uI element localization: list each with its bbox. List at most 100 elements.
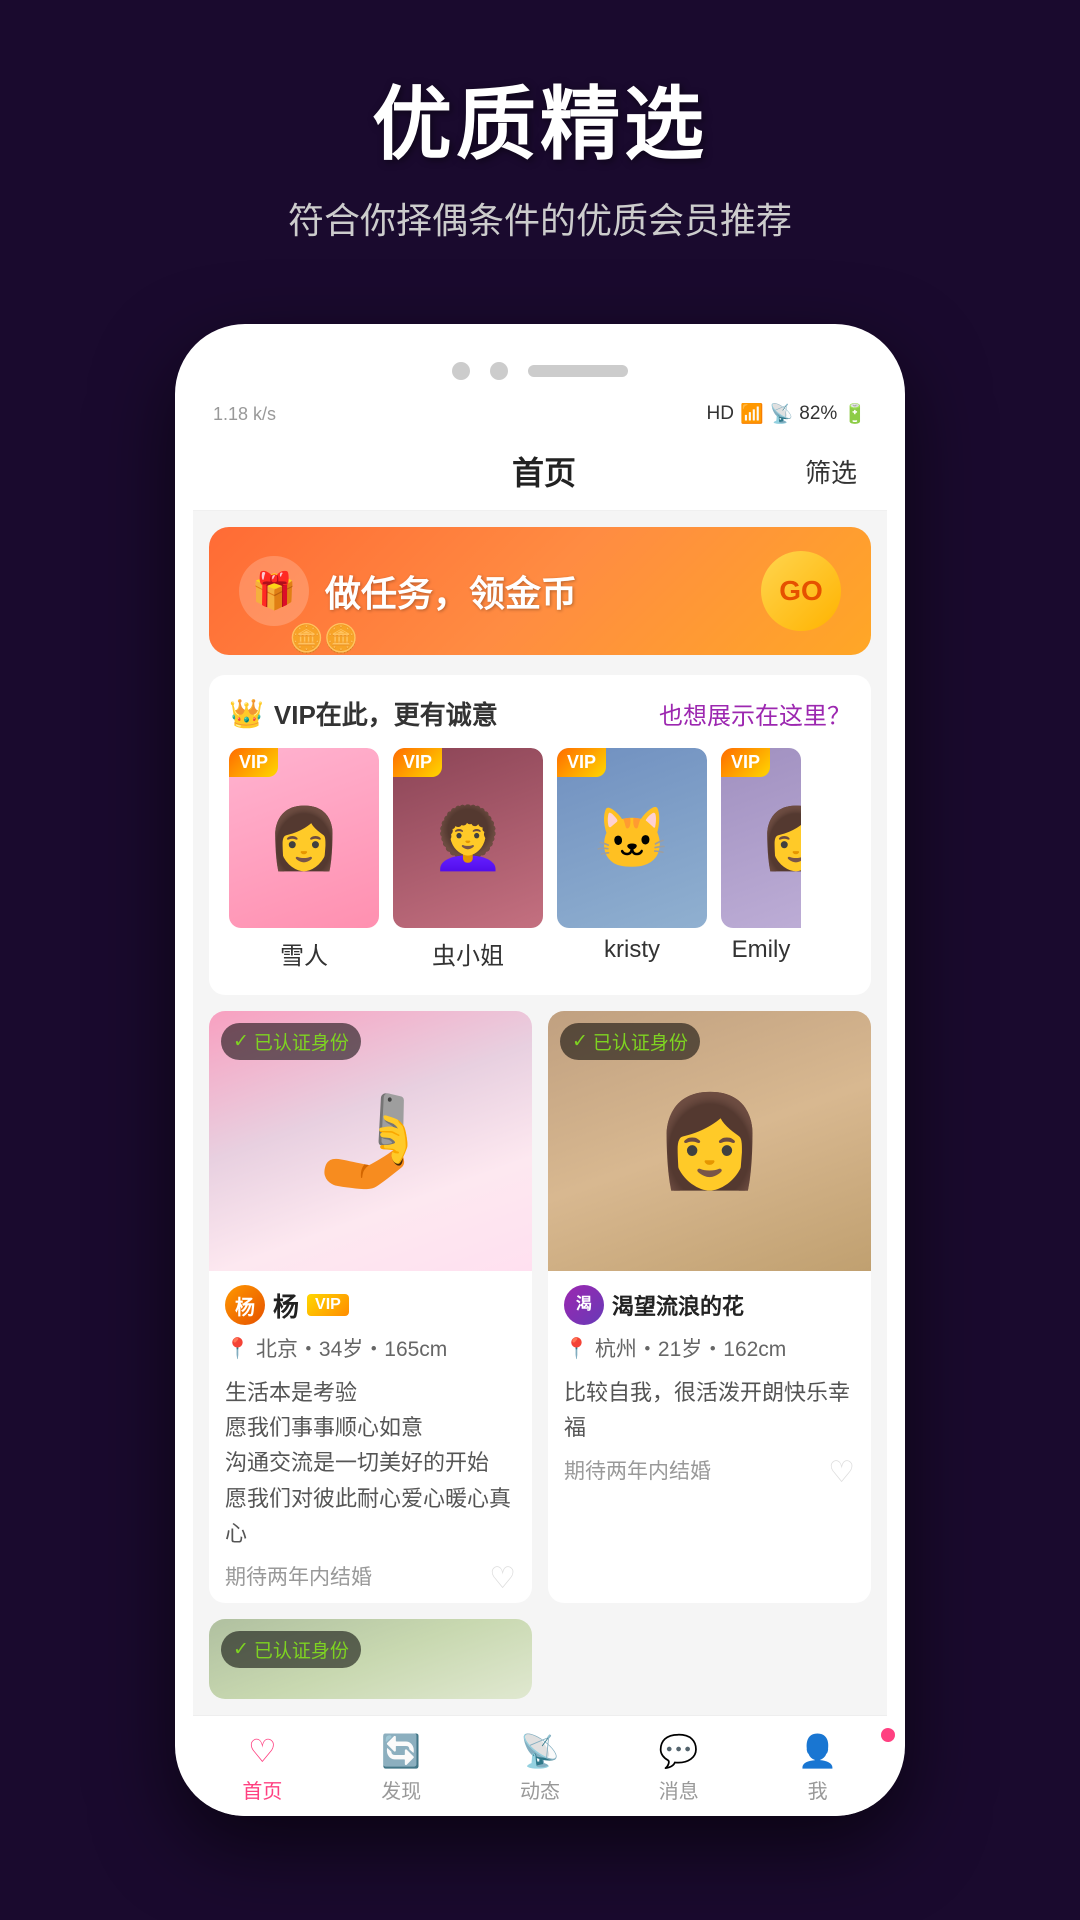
bottom-nav: ♡ 首页 🔄 发现 📡 动态 💬 消息 👤 我 (193, 1715, 887, 1816)
banner-text: 做任务，领金币 (325, 565, 577, 617)
phone-sensor (490, 362, 508, 380)
check-icon: ✓ (233, 1030, 249, 1053)
nav-item-message[interactable]: 💬 消息 (609, 1732, 748, 1804)
person-card-1[interactable]: 🤳 ✓ 已认证身份 杨 杨 VIP 📍 (209, 1011, 532, 1603)
message-icon: 💬 (659, 1732, 699, 1770)
vip-name-2: 虫小姐 (393, 928, 543, 975)
check-icon-2: ✓ (572, 1030, 588, 1053)
nav-item-profile[interactable]: 👤 我 (748, 1732, 887, 1804)
vip-badge-4: VIP (721, 748, 770, 777)
verified-badge-1: ✓ 已认证身份 (221, 1023, 361, 1060)
status-right: HD 📶 📡 82% 🔋 (707, 402, 868, 426)
vip-name-3: kristy (557, 928, 707, 968)
person-expect-1: 期待两年内结婚 ♡ (225, 1561, 516, 1591)
person-avatar-1: 杨 (225, 1285, 265, 1325)
person-photo-3: ✓ 已认证身份 (209, 1619, 532, 1699)
signal-icon: 📡 (770, 402, 794, 426)
person-card-3-partial[interactable]: ✓ 已认证身份 (209, 1619, 532, 1699)
banner-left: 🎁 做任务，领金币 (239, 556, 577, 626)
discover-icon: 🔄 (381, 1732, 421, 1770)
broadcast-icon: 📡 (520, 1732, 560, 1770)
banner-character-icon: 🎁 (239, 556, 309, 626)
person-photo-2: 👩 ✓ 已认证身份 (548, 1011, 871, 1271)
vip-card-2[interactable]: 👩‍🦱 VIP 虫小姐 (393, 748, 543, 975)
task-banner[interactable]: 🎁 做任务，领金币 GO 🪙🪙 (209, 527, 871, 655)
location-pin-1: 📍 (225, 1336, 250, 1361)
vip-card-photo-1: 👩 VIP (229, 748, 379, 928)
vip-title: 👑 VIP在此，更有诚意 (229, 695, 498, 732)
vip-badge-1: VIP (229, 748, 278, 777)
filter-button[interactable]: 筛选 (805, 453, 857, 490)
check-icon-3: ✓ (233, 1638, 249, 1661)
person-info-1: 杨 杨 VIP 📍 北京・34岁・165cm 生活本是考验愿我们事事顺心如意沟通… (209, 1271, 532, 1603)
profile-icon: 👤 (798, 1732, 838, 1770)
verified-badge-3: ✓ 已认证身份 (221, 1631, 361, 1668)
person-card-2[interactable]: 👩 ✓ 已认证身份 渴 渴望流浪的花 📍 杭州・21岁 (548, 1011, 871, 1603)
wifi-icon: 📶 (740, 402, 764, 426)
vip-card-photo-2: 👩‍🦱 VIP (393, 748, 543, 928)
app-content: 🎁 做任务，领金币 GO 🪙🪙 👑 VIP在此，更有诚意 也想展示在这里？ (193, 511, 887, 1715)
nav-label-home: 首页 (242, 1775, 282, 1804)
vip-showcase-link[interactable]: 也想展示在这里？ (659, 696, 851, 731)
phone-top-bar (193, 354, 887, 396)
person-bio-1: 生活本是考验愿我们事事顺心如意沟通交流是一切美好的开始愿我们对彼此耐心爱心暖心真… (225, 1375, 516, 1551)
location-pin-2: 📍 (564, 1336, 589, 1361)
vip-header: 👑 VIP在此，更有诚意 也想展示在这里？ (229, 695, 851, 732)
go-button[interactable]: GO (761, 551, 841, 631)
person-info-2: 渴 渴望流浪的花 📍 杭州・21岁・162cm 比较自我，很活泼开朗快乐幸福 期… (548, 1271, 871, 1497)
vip-card-4[interactable]: 👩 VIP Emily (721, 748, 801, 975)
vip-card-3[interactable]: 🐱 VIP kristy (557, 748, 707, 975)
person-cards-grid: 🤳 ✓ 已认证身份 杨 杨 VIP 📍 (209, 1011, 871, 1699)
vip-card-photo-4: 👩 VIP (721, 748, 801, 928)
coins-decoration: 🪙🪙 (289, 622, 359, 655)
profile-badge-dot (881, 1728, 895, 1742)
vip-badge-3: VIP (557, 748, 606, 777)
vip-cards-list: 👩 VIP 雪人 👩‍🦱 VIP 虫小姐 (229, 748, 851, 975)
status-bar: 1.18 k/s HD 📶 📡 82% 🔋 (193, 396, 887, 432)
person-name-1: 杨 (273, 1287, 299, 1324)
vip-name-4: Emily (721, 928, 801, 968)
phone-frame: 1.18 k/s HD 📶 📡 82% 🔋 首页 筛选 🎁 做任务，领金币 (175, 324, 905, 1816)
vip-card-1[interactable]: 👩 VIP 雪人 (229, 748, 379, 975)
person-avatar-2: 渴 (564, 1285, 604, 1325)
page-title: 首页 (283, 448, 805, 494)
verified-text-3: 已认证身份 (254, 1636, 349, 1663)
nav-label-message: 消息 (659, 1775, 699, 1804)
promo-section: 优质精选 符合你择偶条件的优质会员推荐 (0, 0, 1080, 284)
person-location-2: 📍 杭州・21岁・162cm (564, 1333, 855, 1363)
nav-item-dynamic[interactable]: 📡 动态 (471, 1732, 610, 1804)
vip-badge-2: VIP (393, 748, 442, 777)
promo-title: 优质精选 (40, 60, 1040, 176)
hd-badge: HD (707, 403, 734, 425)
person-name-2: 渴望流浪的花 (612, 1289, 744, 1321)
person-name-row-1: 杨 杨 VIP (225, 1285, 516, 1325)
person-photo-1: 🤳 ✓ 已认证身份 (209, 1011, 532, 1271)
home-icon: ♡ (248, 1732, 277, 1770)
battery-icon: 🔋 (843, 402, 867, 426)
vip-title-text: VIP在此，更有诚意 (274, 695, 498, 732)
location-text-2: 杭州・21岁・162cm (595, 1333, 786, 1363)
verified-badge-2: ✓ 已认证身份 (560, 1023, 700, 1060)
person-location-1: 📍 北京・34岁・165cm (225, 1333, 516, 1363)
phone-camera (452, 362, 470, 380)
battery-level: 82% (799, 403, 837, 425)
vip-card-photo-3: 🐱 VIP (557, 748, 707, 928)
vip-name-1: 雪人 (229, 928, 379, 975)
crown-icon: 👑 (229, 697, 264, 730)
nav-item-discover[interactable]: 🔄 发现 (332, 1732, 471, 1804)
app-header: 首页 筛选 (193, 432, 887, 511)
location-text-1: 北京・34岁・165cm (256, 1333, 447, 1363)
verified-text-2: 已认证身份 (593, 1028, 688, 1055)
vip-star-1: VIP (307, 1294, 349, 1316)
person-expect-2: 期待两年内结婚 ♡ (564, 1455, 855, 1485)
nav-label-discover: 发现 (381, 1775, 421, 1804)
person-bio-2: 比较自我，很活泼开朗快乐幸福 (564, 1375, 855, 1445)
phone-speaker (528, 365, 628, 377)
nav-item-home[interactable]: ♡ 首页 (193, 1732, 332, 1804)
nav-label-dynamic: 动态 (520, 1775, 560, 1804)
person-name-row-2: 渴 渴望流浪的花 (564, 1285, 855, 1325)
like-icon-2[interactable]: ♡ (828, 1455, 855, 1490)
like-icon-1[interactable]: ♡ (489, 1561, 516, 1596)
vip-section: 👑 VIP在此，更有诚意 也想展示在这里？ 👩 VIP 雪人 (209, 675, 871, 995)
network-speed: 1.18 k/s (213, 404, 276, 425)
